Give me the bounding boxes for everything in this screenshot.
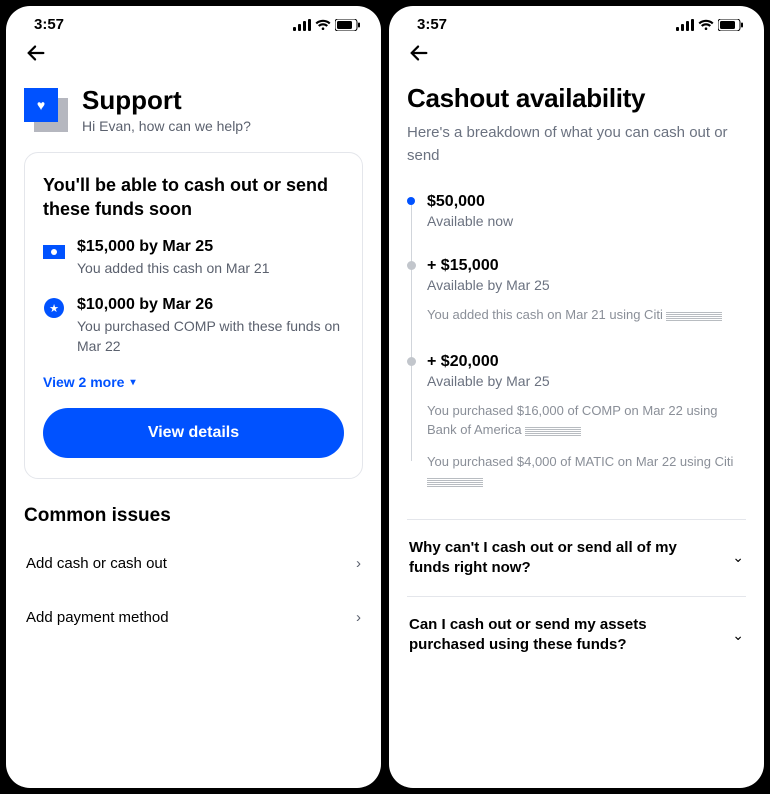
cash-icon <box>43 245 65 259</box>
timeline-note: You purchased $4,000 of MATIC on Mar 22 … <box>427 452 746 491</box>
timeline-avail: Available by Mar 25 <box>427 277 746 293</box>
page-title: Cashout availability <box>407 83 746 114</box>
redacted-text <box>427 477 483 487</box>
status-bar: 3:57 <box>6 6 381 37</box>
support-icon: ♥ <box>24 88 68 132</box>
phone-right: 3:57 Cashout availability Here's a break… <box>389 6 764 788</box>
star-icon: ★ <box>44 298 64 318</box>
signal-icon <box>293 19 311 31</box>
timeline-dot-icon <box>407 357 416 366</box>
redacted-text <box>666 311 722 321</box>
back-button[interactable] <box>24 41 48 65</box>
issue-label: Add payment method <box>26 609 169 626</box>
signal-icon <box>676 19 694 31</box>
view-details-button[interactable]: View details <box>43 408 344 458</box>
issue-label: Add cash or cash out <box>26 555 167 572</box>
wifi-icon <box>315 19 331 31</box>
timeline-amount: + $20,000 <box>427 353 746 371</box>
greeting-text: Hi Evan, how can we help? <box>82 118 251 134</box>
funds-card: You'll be able to cash out or send these… <box>24 152 363 479</box>
page-title: Support <box>82 85 251 116</box>
nav-bar <box>389 37 764 73</box>
section-title: Common issues <box>24 505 363 527</box>
faq-question: Can I cash out or send my assets purchas… <box>409 615 720 656</box>
fund-item: $15,000 by Mar 25 You added this cash on… <box>43 238 344 279</box>
timeline-amount: + $15,000 <box>427 257 746 275</box>
cashout-content: Cashout availability Here's a breakdown … <box>389 73 764 788</box>
fund-amount: $15,000 by Mar 25 <box>77 238 270 256</box>
battery-icon <box>335 19 361 31</box>
battery-icon <box>718 19 744 31</box>
redacted-text <box>525 426 581 436</box>
faq-row[interactable]: Why can't I cash out or send all of my f… <box>407 519 746 597</box>
nav-bar <box>6 37 381 73</box>
timeline-dot-icon <box>407 261 416 270</box>
button-label: View details <box>148 424 239 441</box>
availability-timeline: $50,000 Available now + $15,000 Availabl… <box>407 193 746 491</box>
view-more-link[interactable]: View 2 more ▾ <box>43 374 344 390</box>
support-header: ♥ Support Hi Evan, how can we help? <box>24 85 363 134</box>
status-time: 3:57 <box>417 16 447 33</box>
timeline-avail: Available by Mar 25 <box>427 373 746 389</box>
chevron-down-icon: ▾ <box>130 377 135 388</box>
timeline-dot-icon <box>407 197 415 205</box>
faq-row[interactable]: Can I cash out or send my assets purchas… <box>407 596 746 674</box>
heart-icon: ♥ <box>37 97 45 113</box>
arrow-left-icon <box>408 42 430 64</box>
card-title: You'll be able to cash out or send these… <box>43 173 344 222</box>
status-indicators <box>293 19 361 31</box>
timeline-item: + $20,000 Available by Mar 25 You purcha… <box>427 353 746 491</box>
timeline-note: You added this cash on Mar 21 using Citi <box>427 305 746 325</box>
support-content: ♥ Support Hi Evan, how can we help? You'… <box>6 73 381 788</box>
chevron-down-icon: ⌄ <box>732 627 744 644</box>
timeline-amount: $50,000 <box>427 193 746 211</box>
timeline-note: You purchased $16,000 of COMP on Mar 22 … <box>427 401 746 440</box>
arrow-left-icon <box>25 42 47 64</box>
timeline-avail: Available now <box>427 213 746 229</box>
page-subtitle: Here's a breakdown of what you can cash … <box>407 122 746 167</box>
fund-desc: You added this cash on Mar 21 <box>77 259 270 279</box>
status-time: 3:57 <box>34 16 64 33</box>
chevron-right-icon: › <box>356 609 361 626</box>
timeline-item: + $15,000 Available by Mar 25 You added … <box>427 257 746 325</box>
fund-desc: You purchased COMP with these funds on M… <box>77 317 344 356</box>
wifi-icon <box>698 19 714 31</box>
status-bar: 3:57 <box>389 6 764 37</box>
view-more-label: View 2 more <box>43 374 124 390</box>
issue-row-payment[interactable]: Add payment method › <box>24 590 363 644</box>
chevron-right-icon: › <box>356 555 361 572</box>
back-button[interactable] <box>407 41 431 65</box>
fund-amount: $10,000 by Mar 26 <box>77 296 344 314</box>
issue-row-cash[interactable]: Add cash or cash out › <box>24 537 363 590</box>
timeline-item: $50,000 Available now <box>427 193 746 229</box>
chevron-down-icon: ⌄ <box>732 549 744 566</box>
status-indicators <box>676 19 744 31</box>
phone-left: 3:57 ♥ Support Hi Evan, how can we help?… <box>6 6 381 788</box>
faq-question: Why can't I cash out or send all of my f… <box>409 538 720 579</box>
fund-item: ★ $10,000 by Mar 26 You purchased COMP w… <box>43 296 344 356</box>
